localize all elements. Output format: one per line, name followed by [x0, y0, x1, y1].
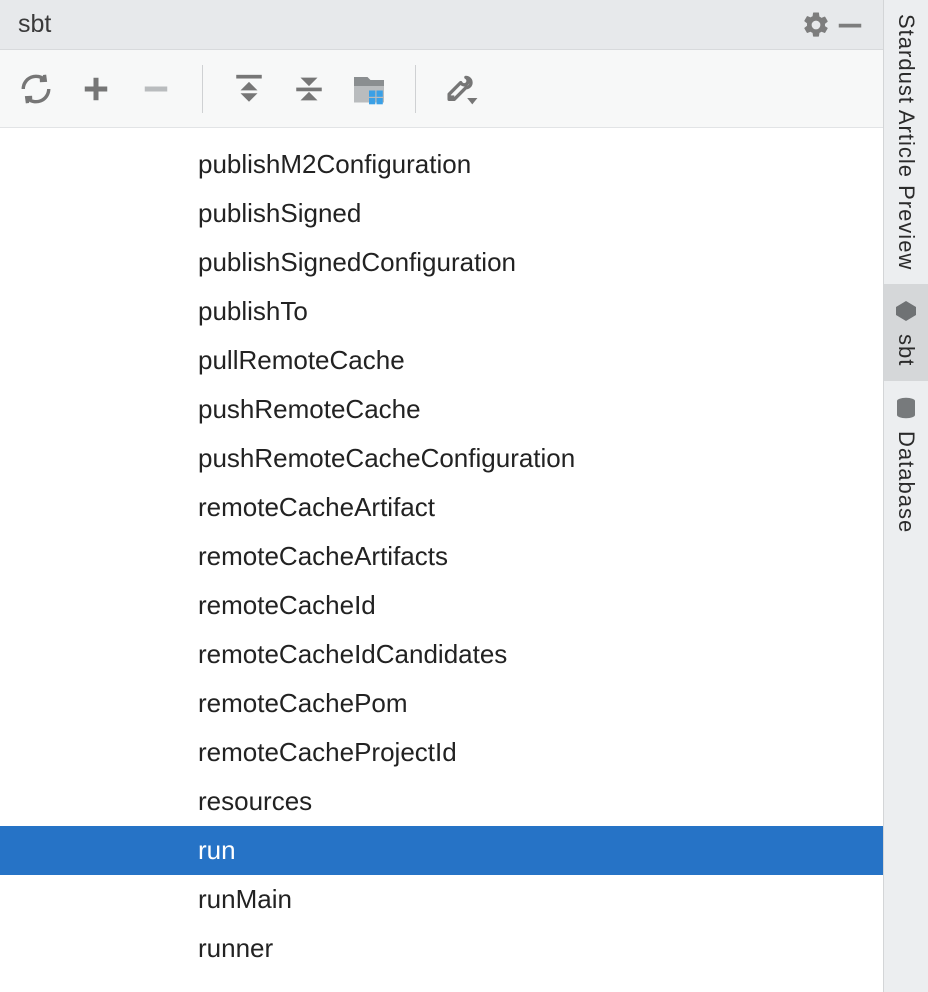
add-icon[interactable]: [78, 71, 114, 107]
side-tab[interactable]: Stardust Article Preview: [884, 0, 928, 284]
refresh-icon[interactable]: [18, 71, 54, 107]
task-item[interactable]: resources: [0, 777, 883, 826]
task-item[interactable]: remoteCachePom: [0, 679, 883, 728]
task-item[interactable]: pushRemoteCacheConfiguration: [0, 434, 883, 483]
database-icon: [893, 395, 919, 421]
panel-titlebar: sbt: [0, 0, 883, 50]
side-tab-label: Database: [893, 431, 919, 533]
task-item[interactable]: pullRemoteCache: [0, 336, 883, 385]
minimize-icon[interactable]: [833, 8, 867, 42]
task-item[interactable]: remoteCacheProjectId: [0, 728, 883, 777]
side-tab[interactable]: sbt: [884, 284, 928, 380]
toolbar-separator: [202, 65, 203, 113]
task-item[interactable]: remoteCacheArtifacts: [0, 532, 883, 581]
task-item[interactable]: remoteCacheArtifact: [0, 483, 883, 532]
task-item[interactable]: publishSigned: [0, 189, 883, 238]
task-item[interactable]: runMain: [0, 875, 883, 924]
gear-icon[interactable]: [799, 8, 833, 42]
module-view-icon[interactable]: [351, 71, 387, 107]
sbt-icon: [893, 298, 919, 324]
panel-title: sbt: [18, 10, 51, 39]
task-item[interactable]: remoteCacheIdCandidates: [0, 630, 883, 679]
expand-all-icon[interactable]: [231, 71, 267, 107]
task-item[interactable]: publishSignedConfiguration: [0, 238, 883, 287]
right-toolwindow-strip: Stardust Article Preview sbt Database: [883, 0, 928, 992]
collapse-all-icon[interactable]: [291, 71, 327, 107]
task-item[interactable]: remoteCacheId: [0, 581, 883, 630]
side-tab-label: Stardust Article Preview: [893, 14, 919, 270]
settings-dropdown-icon[interactable]: [444, 71, 480, 107]
side-tab-label: sbt: [893, 334, 919, 366]
toolbar: [0, 50, 883, 128]
remove-icon[interactable]: [138, 71, 174, 107]
task-item[interactable]: run: [0, 826, 883, 875]
task-item[interactable]: pushRemoteCache: [0, 385, 883, 434]
task-item[interactable]: runner: [0, 924, 883, 973]
task-item[interactable]: publishTo: [0, 287, 883, 336]
side-tab[interactable]: Database: [884, 381, 928, 547]
task-item[interactable]: publishM2Configuration: [0, 140, 883, 189]
toolbar-separator: [415, 65, 416, 113]
task-tree[interactable]: publishM2ConfigurationpublishSignedpubli…: [0, 128, 883, 992]
